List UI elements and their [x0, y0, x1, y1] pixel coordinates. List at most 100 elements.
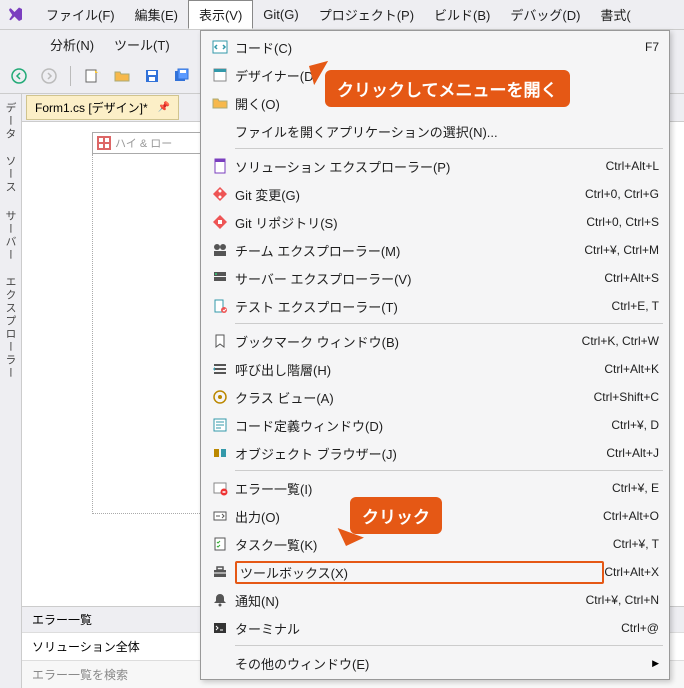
menu-item-shortcut: Ctrl+Alt+K	[604, 362, 659, 376]
menu-item[interactable]: 通知(N)Ctrl+¥, Ctrl+N	[201, 586, 669, 614]
bookmark-icon	[205, 333, 235, 349]
open-button[interactable]	[109, 63, 135, 89]
menu-git[interactable]: Git(G)	[253, 3, 308, 26]
git-icon	[205, 186, 235, 202]
annotation-text: クリックしてメニューを開く	[337, 81, 558, 100]
menubar: ファイル(F) 編集(E) 表示(V) Git(G) プロジェクト(P) ビルド…	[0, 0, 684, 30]
callstack-icon	[205, 361, 235, 377]
menu-item-shortcut: Ctrl+¥, D	[611, 418, 659, 432]
menu-separator	[235, 470, 663, 471]
doc-tab-label: Form1.cs [デザイン]*	[35, 99, 148, 116]
menu-item-label: オブジェクト ブラウザー(J)	[235, 444, 606, 463]
menu-item-label: クラス ビュー(A)	[235, 388, 594, 407]
save-button[interactable]	[139, 63, 165, 89]
codedef-icon	[205, 417, 235, 433]
vertical-tabs: データ ソース サーバー エクスプローラー	[0, 94, 22, 688]
menu-item-label: タスク一覧(K)	[235, 535, 613, 554]
submenu-arrow-icon: ▶	[652, 658, 659, 669]
menu-item[interactable]: ツールボックス(X)Ctrl+Alt+X	[201, 558, 669, 586]
menu-item-label: 通知(N)	[235, 591, 586, 610]
menu-item-shortcut: Ctrl+@	[621, 621, 659, 635]
gitrepo-icon	[205, 214, 235, 230]
menu-file[interactable]: ファイル(F)	[36, 1, 125, 28]
menu-item-shortcut: Ctrl+Alt+S	[604, 271, 659, 285]
menu-item-label: ブックマーク ウィンドウ(B)	[235, 332, 582, 351]
menu-view[interactable]: 表示(V)	[188, 0, 253, 29]
doc-tab-form1[interactable]: Form1.cs [デザイン]* 📌	[26, 95, 179, 120]
team-icon	[205, 242, 235, 258]
solution-icon	[205, 158, 235, 174]
menu-item-shortcut: Ctrl+¥, Ctrl+M	[584, 243, 659, 257]
menu-separator	[235, 645, 663, 646]
designer-icon	[205, 67, 235, 83]
menu-item[interactable]: ファイルを開くアプリケーションの選択(N)...	[201, 117, 669, 145]
menu-item-label: チーム エクスプローラー(M)	[235, 241, 584, 260]
menu-item-shortcut: Ctrl+K, Ctrl+W	[582, 334, 659, 348]
test-icon	[205, 298, 235, 314]
menu-separator	[235, 148, 663, 149]
vs-logo-icon	[6, 5, 26, 25]
menu-item-shortcut: Ctrl+0, Ctrl+S	[586, 215, 659, 229]
menu-item-label: コード定義ウィンドウ(D)	[235, 416, 611, 435]
menu-separator	[235, 323, 663, 324]
form-body[interactable]	[92, 154, 212, 514]
menu-item-shortcut: Ctrl+Alt+X	[604, 565, 659, 579]
menu-item[interactable]: その他のウィンドウ(E) ▶	[201, 649, 669, 677]
menu-debug[interactable]: デバッグ(D)	[500, 1, 590, 28]
menu-item-label: Git 変更(G)	[235, 185, 585, 204]
objbrowser-icon	[205, 445, 235, 461]
vtab-server-explorer[interactable]: サーバー エクスプローラー	[0, 202, 21, 388]
menu-item[interactable]: ソリューション エクスプローラー(P)Ctrl+Alt+L	[201, 152, 669, 180]
save-all-button[interactable]	[169, 63, 195, 89]
annotation-text: クリック	[362, 508, 430, 527]
annotation-click: クリック	[350, 497, 442, 534]
menu-item-label: その他のウィンドウ(E)	[235, 654, 646, 673]
menu-item[interactable]: 呼び出し階層(H)Ctrl+Alt+K	[201, 355, 669, 383]
toolbox-icon	[205, 564, 235, 580]
menu-item-label: エラー一覧(I)	[235, 479, 612, 498]
menu-item[interactable]: Git 変更(G)Ctrl+0, Ctrl+G	[201, 180, 669, 208]
menu-item[interactable]: コード定義ウィンドウ(D)Ctrl+¥, D	[201, 411, 669, 439]
output-icon	[205, 508, 235, 524]
form-icon	[97, 136, 111, 150]
menu-item[interactable]: チーム エクスプローラー(M)Ctrl+¥, Ctrl+M	[201, 236, 669, 264]
menu-item[interactable]: ターミナルCtrl+@	[201, 614, 669, 642]
annotation-open-menu: クリックしてメニューを開く	[325, 70, 570, 107]
menu-project[interactable]: プロジェクト(P)	[309, 1, 424, 28]
menu-edit[interactable]: 編集(E)	[125, 1, 188, 28]
menu-item[interactable]: クラス ビュー(A)Ctrl+Shift+C	[201, 383, 669, 411]
menu-item[interactable]: コード(C)F7	[201, 33, 669, 61]
form-caption: ハイ & ロー	[115, 135, 172, 151]
menu-item-label: 呼び出し階層(H)	[235, 360, 604, 379]
nav-back-button[interactable]	[6, 63, 32, 89]
menu-item-shortcut: Ctrl+0, Ctrl+G	[585, 187, 659, 201]
open-icon	[205, 95, 235, 111]
menu-item-label: サーバー エクスプローラー(V)	[235, 269, 604, 288]
menu-item[interactable]: ブックマーク ウィンドウ(B)Ctrl+K, Ctrl+W	[201, 327, 669, 355]
menu-item[interactable]: タスク一覧(K)Ctrl+¥, T	[201, 530, 669, 558]
menu-tools[interactable]: ツール(T)	[104, 31, 180, 58]
menu-item-shortcut: Ctrl+Shift+C	[594, 390, 659, 404]
task-icon	[205, 536, 235, 552]
pin-icon[interactable]: 📌	[158, 102, 170, 113]
classview-icon	[205, 389, 235, 405]
menu-item-label: コード(C)	[235, 38, 645, 57]
menu-build[interactable]: ビルド(B)	[424, 1, 500, 28]
form-designer[interactable]: ハイ & ロー	[92, 132, 212, 514]
nav-fwd-button[interactable]	[36, 63, 62, 89]
menu-item[interactable]: Git リポジトリ(S)Ctrl+0, Ctrl+S	[201, 208, 669, 236]
menu-item[interactable]: サーバー エクスプローラー(V)Ctrl+Alt+S	[201, 264, 669, 292]
menu-item[interactable]: テスト エクスプローラー(T)Ctrl+E, T	[201, 292, 669, 320]
view-menu-dropdown: コード(C)F7デザイナー(D)開く(O)ファイルを開くアプリケーションの選択(…	[200, 30, 670, 680]
menu-item-shortcut: Ctrl+Alt+L	[606, 159, 659, 173]
menu-item-label: ファイルを開くアプリケーションの選択(N)...	[235, 122, 659, 141]
menu-item-label: Git リポジトリ(S)	[235, 213, 586, 232]
menu-format[interactable]: 書式(	[590, 1, 640, 28]
menu-item-label: ソリューション エクスプローラー(P)	[235, 157, 606, 176]
new-button[interactable]	[79, 63, 105, 89]
vtab-datasources[interactable]: データ ソース	[0, 94, 21, 202]
menu-item-label: ツールボックス(X)	[235, 561, 604, 584]
menu-item-shortcut: Ctrl+¥, T	[613, 537, 659, 551]
menu-item[interactable]: オブジェクト ブラウザー(J)Ctrl+Alt+J	[201, 439, 669, 467]
menu-analyze[interactable]: 分析(N)	[40, 31, 104, 58]
